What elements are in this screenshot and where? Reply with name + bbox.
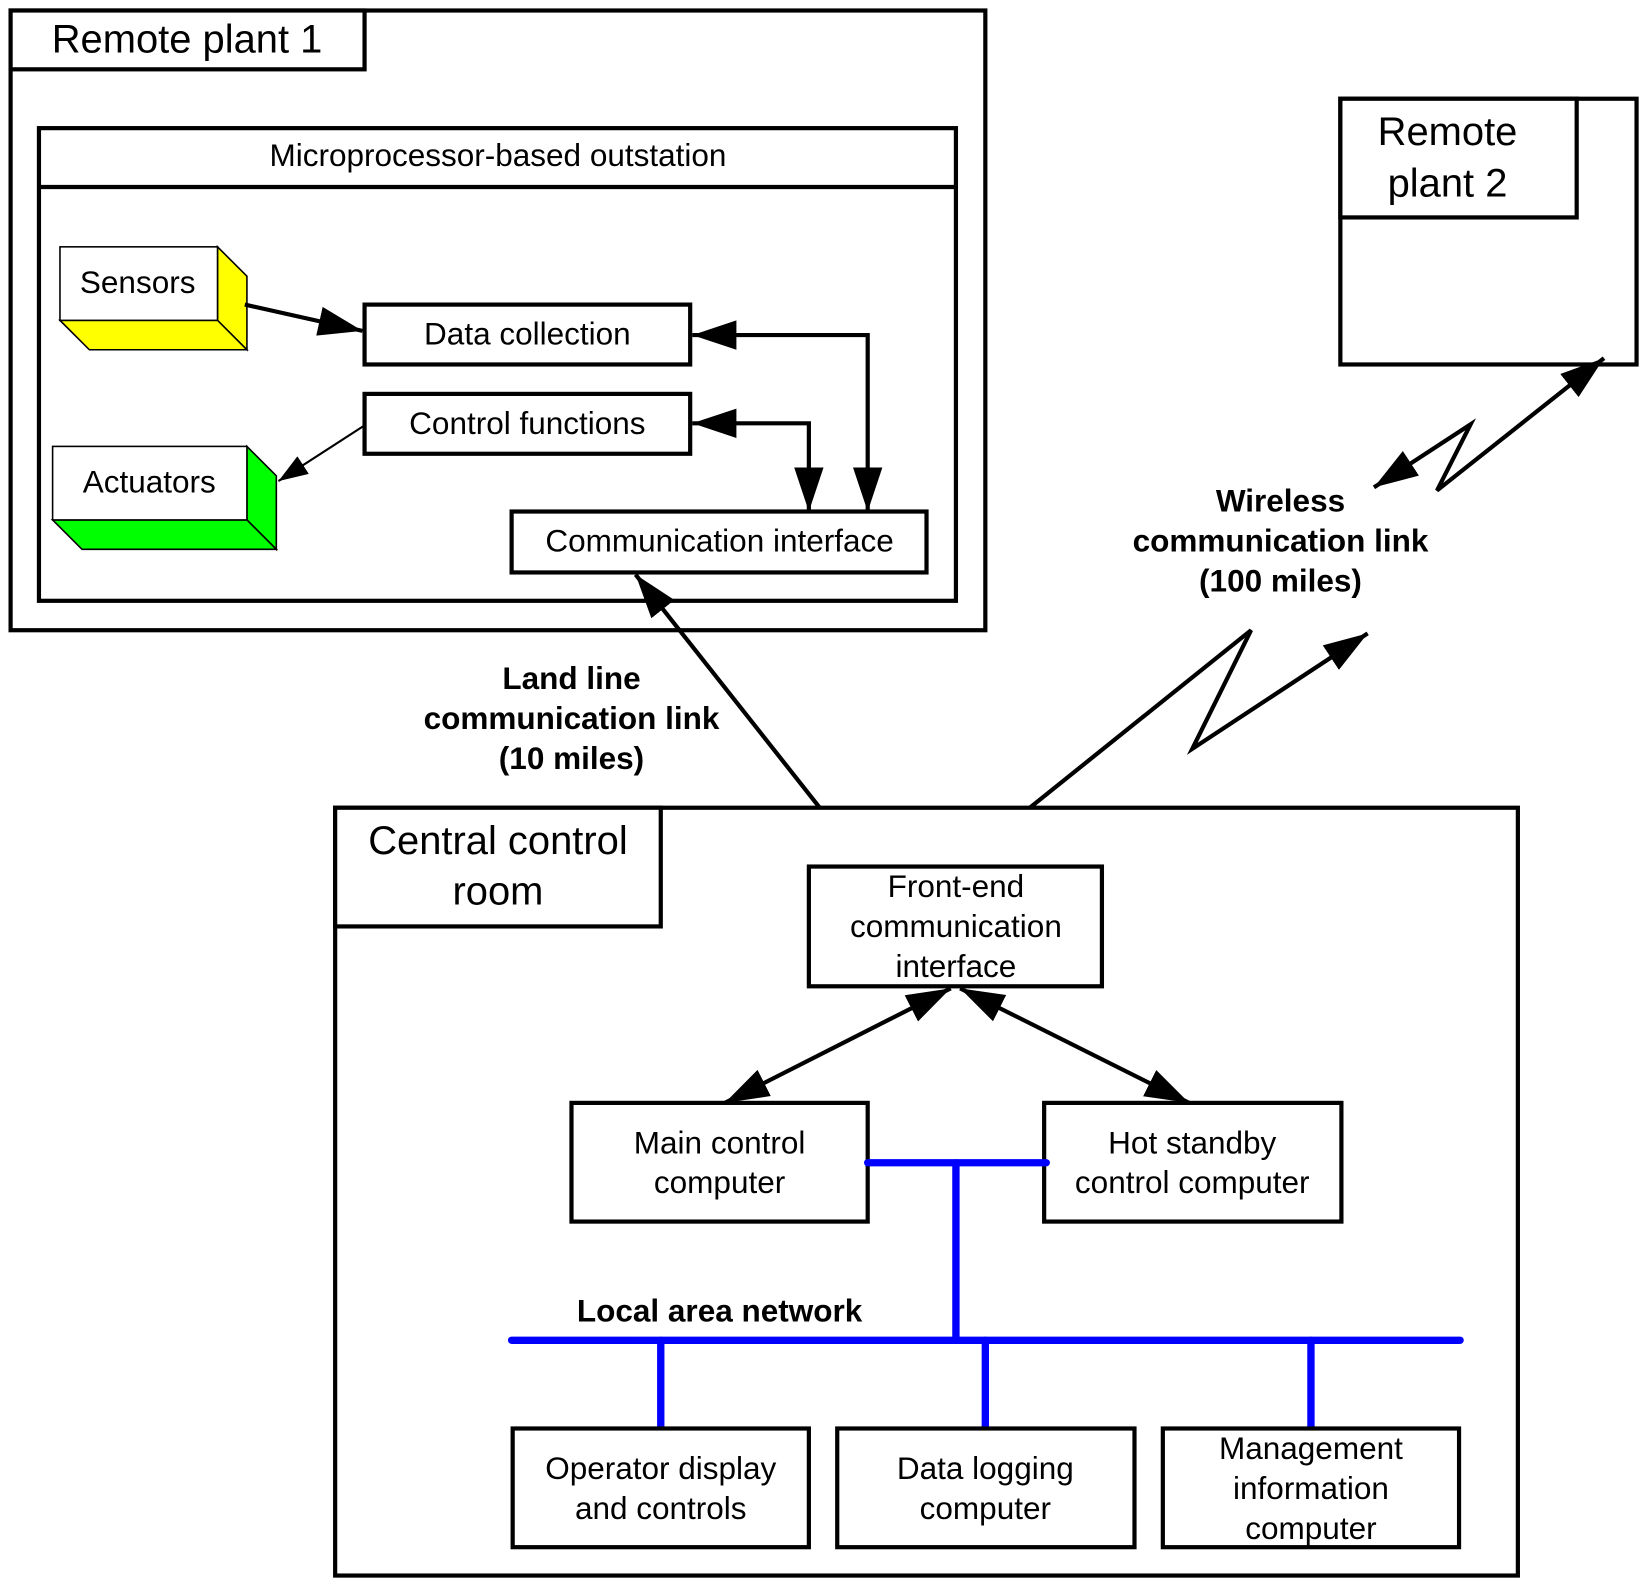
management-info-label: information	[1233, 1470, 1389, 1506]
data-logging-label: Data logging	[897, 1450, 1074, 1486]
sensors-label: Sensors	[80, 264, 196, 300]
communication-interface-label: Communication interface	[545, 522, 893, 558]
outstation-title: Microprocessor-based outstation	[269, 137, 726, 173]
control-functions-label: Control functions	[409, 405, 645, 441]
central-control-room: Central control room Front-end communica…	[333, 805, 1520, 1578]
hot-standby-label: control computer	[1075, 1164, 1310, 1200]
data-logging-box	[835, 1426, 1137, 1550]
actuators-label: Actuators	[83, 464, 216, 500]
land-line-label-line: Land line	[502, 660, 640, 696]
hot-standby-box	[1042, 1100, 1344, 1224]
remote-plant-1-title: Remote plant 1	[52, 18, 323, 62]
main-control-label: Main control	[634, 1124, 806, 1160]
wireless-label: Wireless communication link (100 miles)	[1133, 483, 1429, 599]
remote-plant-2-title: plant 2	[1388, 161, 1508, 205]
land-line-label-line: communication link	[424, 700, 720, 736]
wireless-label-line: communication link	[1133, 522, 1429, 558]
central-control-title: room	[453, 869, 544, 913]
front-end-label: interface	[896, 948, 1017, 984]
operator-display-label: and controls	[575, 1490, 747, 1526]
actuators-block: Actuators	[50, 444, 279, 552]
operator-display-box	[510, 1426, 811, 1550]
hot-standby-label: Hot standby	[1108, 1124, 1276, 1160]
land-line-label: Land line communication link (10 miles)	[424, 660, 720, 776]
data-collection-label: Data collection	[424, 316, 631, 352]
wireless-label-line: (100 miles)	[1199, 562, 1362, 598]
operator-display-label: Operator display	[545, 1450, 776, 1486]
lan-label: Local area network	[577, 1292, 863, 1328]
front-end-label: communication	[850, 908, 1062, 944]
wireless-link-upper-arrow	[1372, 356, 1606, 493]
remote-plant-2-title: Remote	[1378, 110, 1518, 154]
wireless-label-line: Wireless	[1216, 483, 1345, 519]
data-logging-label: computer	[920, 1490, 1051, 1526]
sensors-block: Sensors	[58, 244, 249, 352]
front-end-label: Front-end	[888, 868, 1025, 904]
remote-plant-1: Remote plant 1 Microprocessor-based outs…	[8, 8, 988, 633]
central-control-title: Central control	[368, 819, 628, 863]
management-info-label: Management	[1219, 1430, 1403, 1466]
remote-plant-2: Remote plant 2	[1338, 96, 1639, 367]
land-line-label-line: (10 miles)	[499, 740, 644, 776]
management-info-label: computer	[1245, 1510, 1376, 1546]
main-control-box	[569, 1100, 870, 1224]
scada-diagram: Remote plant 1 Microprocessor-based outs…	[8, 8, 1639, 1578]
main-control-label: computer	[654, 1164, 785, 1200]
